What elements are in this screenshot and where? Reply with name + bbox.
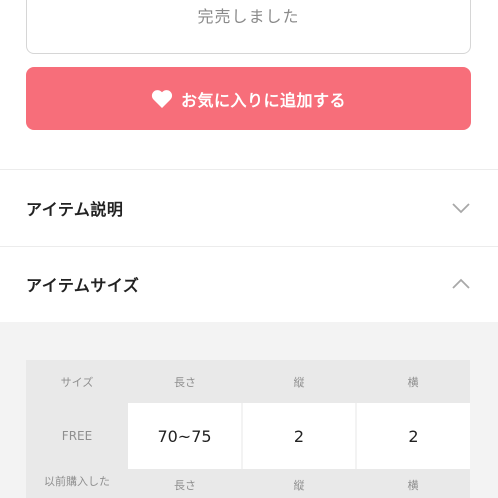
header-length: 長さ <box>128 360 242 403</box>
previous-width-label: 横 <box>356 469 470 498</box>
chevron-down-icon <box>450 201 472 215</box>
previous-purchase-label: 以前購入した <box>26 469 128 498</box>
table-row: FREE 70~75 2 2 <box>26 403 470 469</box>
size-table: サイズ 長さ 縦 横 FREE 70~75 2 2 以前購入した 長さ 縦 横 <box>26 360 470 498</box>
item-description-title: アイテム説明 <box>26 200 124 219</box>
table-row: 以前購入した 長さ 縦 横 <box>26 469 470 498</box>
header-size: サイズ <box>26 360 128 403</box>
width-value: 2 <box>356 403 470 469</box>
product-detail-page: 完売しました お気に入りに追加する アイテム説明 アイテムサイズ サイズ 長さ … <box>0 0 498 498</box>
size-table-header: サイズ 長さ 縦 横 <box>26 360 470 403</box>
add-to-favorites-button[interactable]: お気に入りに追加する <box>26 67 471 130</box>
previous-length-label: 長さ <box>128 469 242 498</box>
heart-icon <box>151 89 173 109</box>
length-value: 70~75 <box>128 403 243 469</box>
item-size-title: アイテムサイズ <box>26 276 140 295</box>
sold-out-button[interactable]: 完売しました <box>26 0 471 54</box>
item-description-accordion[interactable]: アイテム説明 <box>0 170 498 246</box>
chevron-up-icon <box>450 277 472 291</box>
header-height: 縦 <box>242 360 356 403</box>
item-size-accordion[interactable]: アイテムサイズ <box>0 246 498 322</box>
height-value: 2 <box>242 403 357 469</box>
size-panel: サイズ 長さ 縦 横 FREE 70~75 2 2 以前購入した 長さ 縦 横 <box>0 322 498 498</box>
size-label: FREE <box>26 403 128 469</box>
header-width: 横 <box>356 360 470 403</box>
add-to-favorites-label: お気に入りに追加する <box>180 90 346 110</box>
previous-height-label: 縦 <box>242 469 356 498</box>
sold-out-label: 完売しました <box>197 7 300 26</box>
